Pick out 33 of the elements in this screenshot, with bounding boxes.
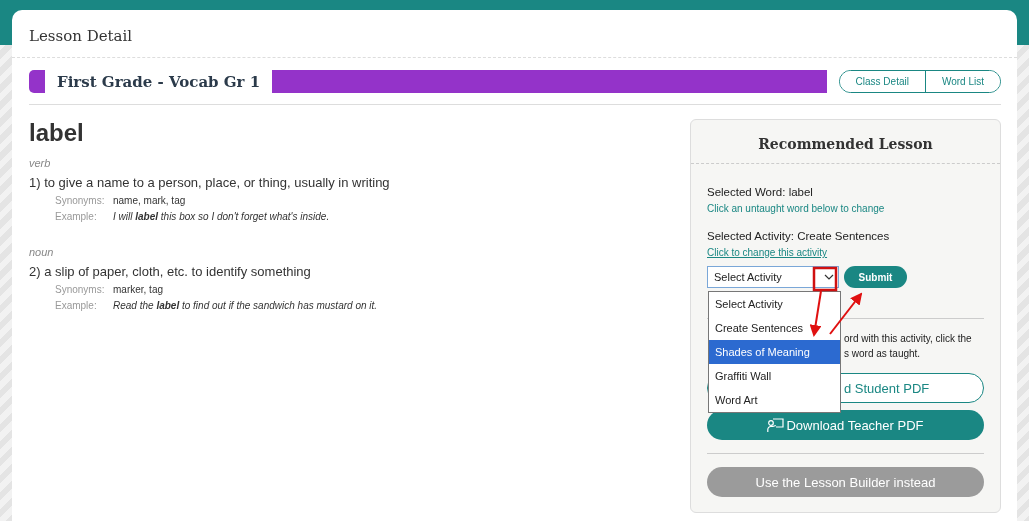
panel-title: Recommended Lesson xyxy=(691,120,1000,164)
selected-activity: Selected Activity: Create Sentences xyxy=(707,230,891,242)
header-button[interactable]: Word List xyxy=(924,71,1000,92)
annotation-arrow xyxy=(829,292,863,335)
word-term: label xyxy=(29,119,85,147)
highlight-frame xyxy=(812,266,838,292)
annotation-arrow xyxy=(809,290,822,337)
synonyms-label: Synonyms: xyxy=(55,284,106,295)
example-label: Example: xyxy=(55,300,98,311)
selected-word: Selected Word: label xyxy=(707,186,814,198)
lesson-title: First Grade - Vocab Gr 1 xyxy=(56,72,262,91)
synonyms: marker, tag xyxy=(113,284,164,295)
dropdown-option[interactable]: Shades of Meaning xyxy=(709,340,840,364)
example-sentence: I will label this box so I don't forget what's inside. xyxy=(113,211,330,222)
submit-button[interactable]: Submit xyxy=(844,266,907,288)
note-text: ord with this activity, click the xyxy=(844,332,973,346)
definition: 1) to give a name to a person, place, or thing, usually in writing xyxy=(29,175,391,190)
part-of-speech: verb xyxy=(29,157,52,169)
part-of-speech: noun xyxy=(29,246,55,258)
activity-select[interactable]: Select Activity xyxy=(707,266,839,288)
definition: 2) a slip of paper, cloth, etc. to identify something xyxy=(29,264,312,279)
synonyms-label: Synonyms: xyxy=(55,195,106,206)
note-text: s word as taught. xyxy=(844,347,922,361)
example-sentence: Read the label to find out if the sandwich has mustard on it. xyxy=(113,300,378,311)
change-activity-link[interactable]: Click to change this activity xyxy=(707,247,984,258)
lesson-builder-button[interactable]: Use the Lesson Builder instead xyxy=(707,467,984,497)
example-label: Example: xyxy=(55,211,98,222)
teacher-board-icon xyxy=(767,417,785,433)
chevron-down-icon xyxy=(824,274,834,280)
page-title: Lesson Detail xyxy=(12,10,1017,58)
synonyms: name, mark, tag xyxy=(113,195,186,206)
teacher-pdf-button[interactable]: Download Teacher PDF xyxy=(707,410,984,440)
word-hint: Click an untaught word below to change xyxy=(707,203,886,214)
